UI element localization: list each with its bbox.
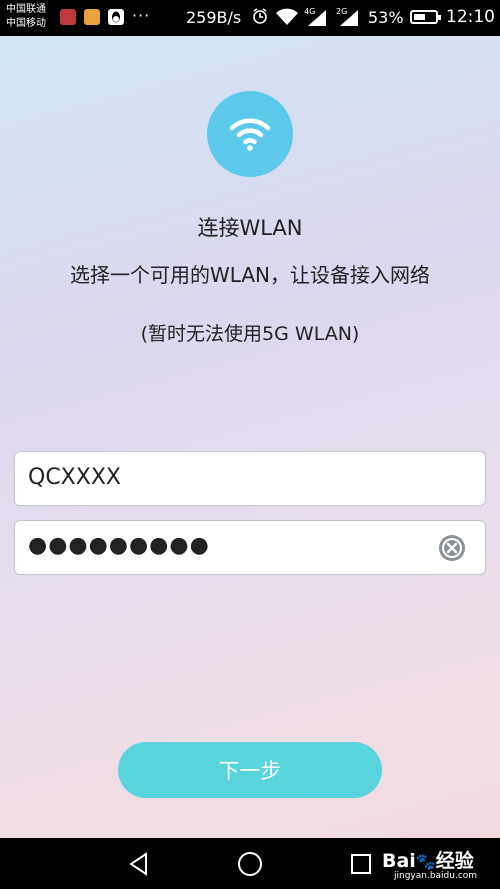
more-notifications-icon: ··· xyxy=(132,6,151,25)
status-bar: 中国联通 中国移动 ··· 259B/s 4G 2G 53% 12:10 xyxy=(0,0,500,36)
password-field[interactable]: ●●●●●●●●● xyxy=(14,520,486,575)
signal-4g-icon: 4G xyxy=(304,7,326,26)
weibo-icon xyxy=(84,9,100,25)
ssid-value: QCXXXX xyxy=(28,465,121,490)
recent-apps-icon[interactable] xyxy=(350,853,372,875)
net-type-2: 2G xyxy=(336,7,347,16)
paw-icon: 🐾 xyxy=(415,852,436,871)
home-icon[interactable] xyxy=(236,850,264,878)
wifi-status-icon xyxy=(276,8,298,25)
battery-percent: 53% xyxy=(368,8,404,27)
baidu-jingyan-watermark: Bai🐾经验 jingyan.baidu.com xyxy=(382,846,477,881)
net-speed: 259B/s xyxy=(186,8,242,27)
watermark-url: jingyan.baidu.com xyxy=(394,871,478,881)
next-step-button[interactable]: 下一步 xyxy=(118,742,382,798)
notification-app-icon xyxy=(60,9,76,25)
signal-2g-icon: 2G xyxy=(336,7,358,26)
battery-fill xyxy=(414,14,425,20)
page-title: 连接WLAN xyxy=(197,216,303,240)
watermark-brand-suffix: 经验 xyxy=(435,850,474,872)
wifi-icon xyxy=(207,91,293,177)
net-type-1: 4G xyxy=(304,7,315,16)
ssid-field[interactable]: QCXXXX xyxy=(14,451,486,506)
page-note: (暂时无法使用5G WLAN) xyxy=(140,323,360,345)
watermark-brand: Bai xyxy=(382,850,416,872)
carrier-1: 中国联通 xyxy=(6,4,46,15)
carrier-info: 中国联通 中国移动 xyxy=(6,3,46,31)
carrier-2: 中国移动 xyxy=(6,18,46,29)
battery-icon xyxy=(410,10,441,24)
qq-icon xyxy=(108,9,124,25)
clear-icon[interactable] xyxy=(437,533,467,563)
back-icon[interactable] xyxy=(126,851,152,877)
page-subtitle: 选择一个可用的WLAN，让设备接入网络 xyxy=(69,263,431,287)
password-value: ●●●●●●●●● xyxy=(28,533,210,558)
clock: 12:10 xyxy=(446,7,495,27)
alarm-icon xyxy=(253,8,267,24)
navigation-bar: Bai🐾经验 jingyan.baidu.com xyxy=(0,838,500,889)
